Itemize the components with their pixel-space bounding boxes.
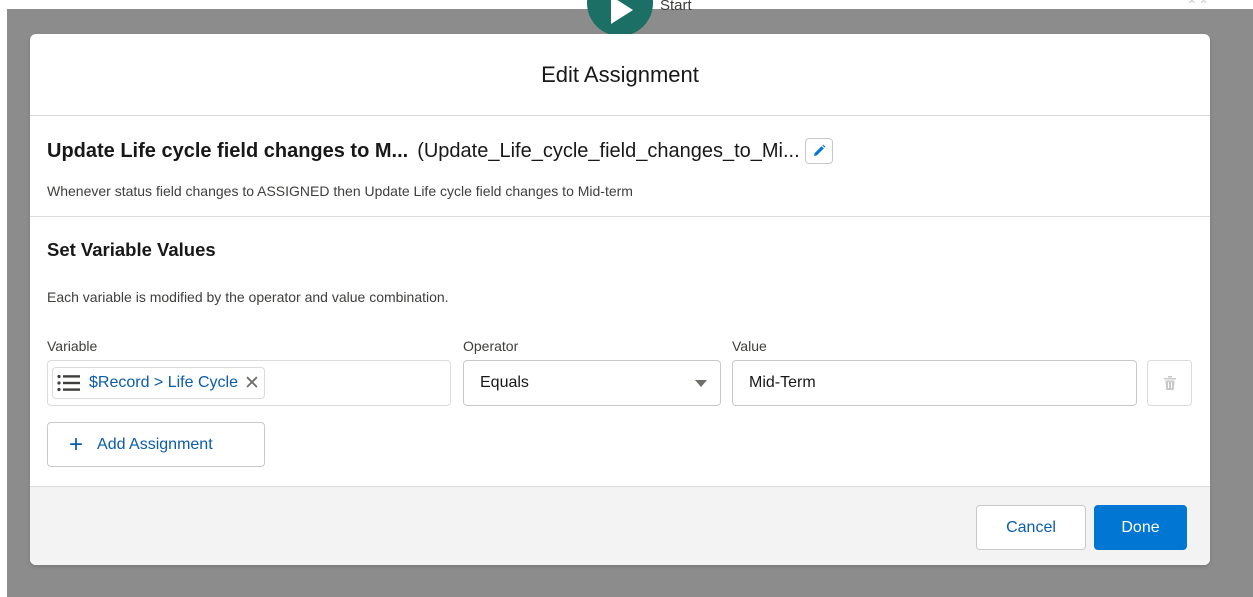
- trash-icon: [1163, 376, 1176, 390]
- element-label: Update Life cycle field changes to M...: [47, 139, 409, 162]
- set-variable-values-section: Set Variable Values Each variable is mod…: [30, 217, 1210, 485]
- add-assignment-button[interactable]: + Add Assignment: [47, 422, 265, 467]
- collapse-icon: ⌃⌃: [1186, 0, 1210, 13]
- done-button[interactable]: Done: [1094, 505, 1187, 550]
- modal-header: Edit Assignment: [30, 34, 1210, 116]
- start-label: Start: [660, 0, 692, 14]
- modal-title: Edit Assignment: [541, 61, 699, 87]
- modal-footer: Cancel Done: [30, 486, 1210, 565]
- operator-column-label: Operator: [463, 338, 519, 354]
- variable-column-label: Variable: [47, 338, 98, 354]
- element-details: Update Life cycle field changes to M... …: [30, 116, 1210, 217]
- element-name-row: Update Life cycle field changes to M... …: [47, 138, 833, 164]
- delete-assignment-button[interactable]: [1147, 360, 1192, 406]
- variable-pill-label: $Record > Life Cycle: [89, 374, 238, 391]
- value-column-label: Value: [732, 338, 767, 354]
- edit-assignment-modal: Edit Assignment Update Life cycle field …: [30, 34, 1210, 565]
- chevron-down-icon: [695, 380, 707, 387]
- add-icon: +: [69, 430, 84, 458]
- variable-pill[interactable]: $Record > Life Cycle ✕: [52, 367, 265, 399]
- play-icon: [611, 0, 633, 24]
- edit-properties-button[interactable]: [804, 138, 833, 164]
- remove-pill-icon[interactable]: ✕: [244, 374, 260, 393]
- pencil-icon: [813, 144, 826, 156]
- element-api-name: (Update_Life_cycle_field_changes_to_Mi..…: [417, 139, 800, 162]
- cancel-button[interactable]: Cancel: [976, 505, 1086, 550]
- operator-value: Equals: [480, 374, 529, 391]
- add-assignment-label: Add Assignment: [97, 435, 213, 453]
- picklist-icon: [57, 374, 80, 392]
- element-description: Whenever status field changes to ASSIGNE…: [47, 183, 633, 199]
- section-title: Set Variable Values: [47, 239, 216, 260]
- operator-select[interactable]: Equals: [463, 360, 721, 406]
- value-text: Mid-Term: [749, 374, 816, 391]
- section-help-text: Each variable is modified by the operato…: [47, 289, 449, 305]
- value-input[interactable]: Mid-Term: [732, 360, 1137, 406]
- variable-combobox[interactable]: $Record > Life Cycle ✕: [47, 360, 451, 406]
